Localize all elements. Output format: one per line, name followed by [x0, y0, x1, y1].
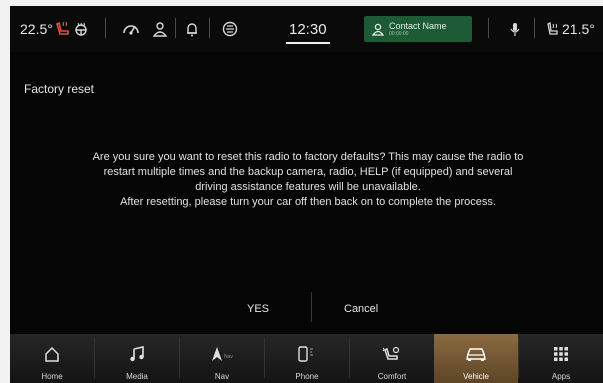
- home-icon: [44, 341, 60, 367]
- nav-item-nav[interactable]: Nav Nav: [180, 334, 264, 383]
- passenger-seat-icon[interactable]: [547, 6, 559, 52]
- yes-button[interactable]: YES: [247, 298, 269, 320]
- message-line: driving assistance features will be unav…: [195, 181, 421, 193]
- dialog-message: Are you sure you want to reset this radi…: [28, 150, 588, 210]
- status-separator: [488, 18, 489, 38]
- car-icon: [465, 341, 487, 367]
- nav-item-vehicle[interactable]: Vehicle: [434, 334, 518, 383]
- driver-temperature[interactable]: 22.5°: [20, 6, 53, 52]
- nav-label: Media: [126, 372, 148, 381]
- status-separator: [175, 18, 176, 38]
- message-line: restart multiple times and the backup ca…: [103, 166, 513, 178]
- user-profile-icon[interactable]: [153, 6, 167, 52]
- microphone-icon[interactable]: [510, 6, 520, 52]
- contact-chip[interactable]: Contact Name 00:00:00: [364, 16, 472, 42]
- nav-label: Phone: [295, 372, 319, 381]
- phone-icon: [298, 341, 316, 367]
- status-separator: [534, 18, 535, 38]
- dialog-title: Factory reset: [24, 82, 95, 96]
- contact-subtext: 00:00:00: [389, 30, 409, 37]
- drive-mode-icon[interactable]: [122, 6, 140, 52]
- status-separator: [105, 18, 106, 38]
- message-line: After resetting, please turn your car of…: [120, 196, 496, 208]
- contact-name: Contact Name: [389, 20, 447, 31]
- status-separator: [209, 18, 210, 38]
- nav-item-home[interactable]: Home: [10, 334, 94, 383]
- status-bar: 22.5° 12:30 Contact Name 00:00:00 21.5°: [10, 6, 603, 52]
- heated-steering-icon[interactable]: [74, 6, 88, 52]
- infotainment-screen: 22.5° 12:30 Contact Name 00:00:00 21.5° …: [10, 6, 603, 383]
- music-note-icon: [129, 341, 145, 367]
- svg-text:Nav: Nav: [224, 354, 233, 360]
- nav-item-comfort[interactable]: Comfort: [350, 334, 434, 383]
- nav-label: Comfort: [377, 372, 407, 381]
- nav-item-phone[interactable]: Phone: [265, 334, 349, 383]
- nav-label: Home: [41, 372, 63, 381]
- nav-label: Vehicle: [463, 372, 489, 381]
- nav-label: Nav: [214, 372, 230, 381]
- contact-person-icon: [372, 23, 384, 36]
- button-separator: [311, 292, 312, 322]
- cancel-button[interactable]: Cancel: [344, 298, 378, 320]
- bottom-nav: Home Media Nav Nav Phone Comfort Vehicle…: [10, 334, 603, 383]
- navigation-arrow-icon: Nav: [211, 341, 233, 367]
- passenger-temperature[interactable]: 21.5°: [562, 6, 595, 52]
- clock[interactable]: 12:30: [289, 6, 327, 52]
- apps-grid-icon: [553, 341, 569, 367]
- heated-seat-icon[interactable]: [56, 6, 70, 52]
- clock-underline: [286, 42, 330, 44]
- seat-fan-icon: [382, 341, 402, 367]
- nav-item-apps[interactable]: Apps: [519, 334, 603, 383]
- nav-label: Apps: [551, 372, 571, 381]
- message-line: Are you sure you want to reset this radi…: [92, 151, 524, 163]
- notifications-bell-icon[interactable]: [186, 6, 198, 52]
- nav-item-media[interactable]: Media: [95, 334, 179, 383]
- connected-services-icon[interactable]: [222, 6, 238, 52]
